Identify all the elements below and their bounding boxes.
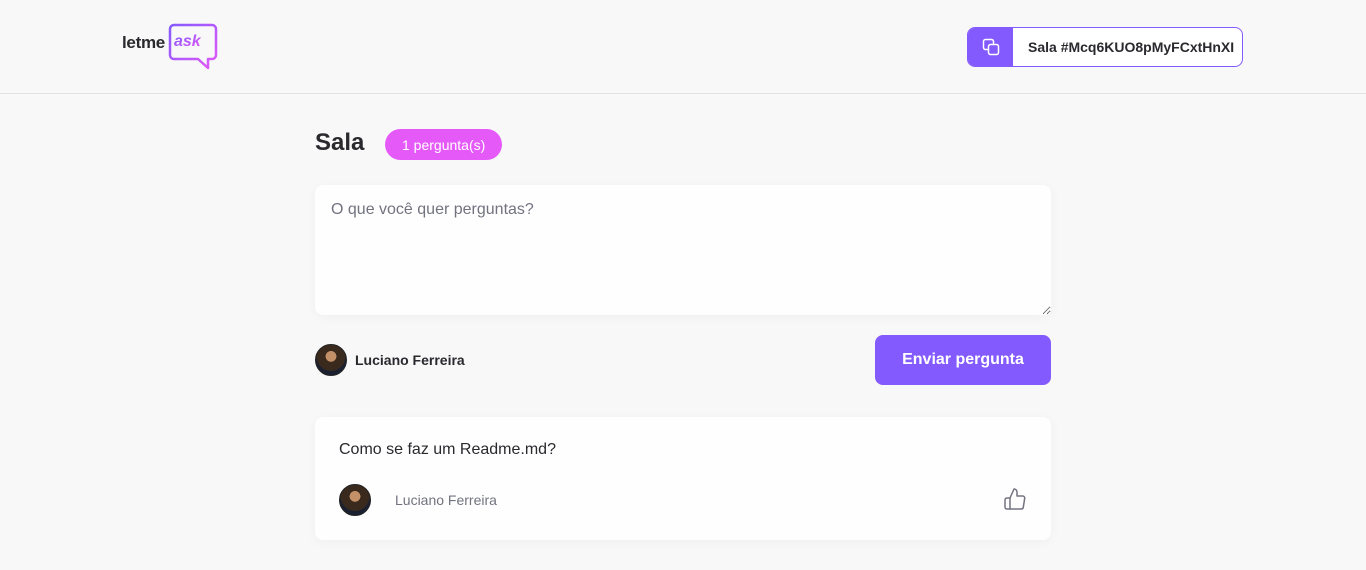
user-name: Luciano Ferreira (355, 352, 465, 368)
copy-icon[interactable] (968, 28, 1013, 66)
current-user-info: Luciano Ferreira (315, 344, 465, 376)
question-content: Como se faz um Readme.md? (339, 441, 556, 458)
room-title: Sala (315, 129, 365, 156)
speech-bubble-logo-icon: ask (168, 23, 218, 70)
avatar (339, 484, 371, 516)
question-count-badge: 1 pergunta(s) (385, 129, 503, 160)
question-card: Como se faz um Readme.md? Luciano Ferrei… (315, 417, 1051, 540)
room-code-button[interactable]: Sala #Mcq6KUO8pMyFCxtHnXI (967, 27, 1243, 67)
send-question-button[interactable]: Enviar pergunta (875, 335, 1051, 385)
logo-text: letme (122, 33, 165, 52)
question-input[interactable] (315, 185, 1051, 315)
like-icon[interactable] (1002, 487, 1028, 513)
avatar (315, 344, 347, 376)
page-header: letme ask Sala #Mcq6KUO8pMyFCxtHnXI (0, 0, 1366, 94)
author-name: Luciano Ferreira (395, 492, 497, 508)
question-author: Luciano Ferreira (339, 484, 497, 516)
letmeask-logo[interactable]: letme ask (122, 23, 218, 71)
room-code-text: Sala #Mcq6KUO8pMyFCxtHnXI (1028, 39, 1235, 55)
logo-accent: ask (174, 33, 202, 50)
